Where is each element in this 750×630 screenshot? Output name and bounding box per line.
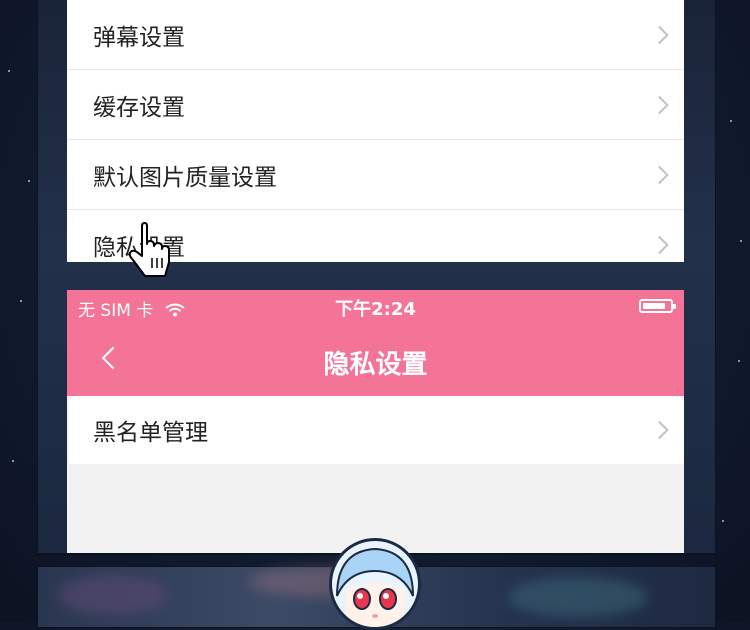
chevron-right-icon [650,165,669,184]
settings-item-label: 黑名单管理 [93,420,208,446]
settings-item-label: 默认图片质量设置 [93,164,277,191]
settings-item-cache[interactable]: 缓存设置 [67,70,684,140]
status-time: 下午2:24 [335,299,416,320]
hand-pointer-icon [128,222,170,277]
settings-item-label: 缓存设置 [93,94,185,121]
privacy-settings-screen: 无 SIM 卡 下午2:24 隐私设置 黑名单管理 [67,290,684,553]
page-title: 隐私设置 [323,350,428,380]
settings-item-image-quality[interactable]: 默认图片质量设置 [67,140,684,210]
settings-item-label: 弹幕设置 [93,24,185,51]
status-bar: 无 SIM 卡 下午2:24 [67,290,684,324]
battery-icon [639,299,676,313]
chevron-right-icon [650,95,669,114]
settings-item-danmaku[interactable]: 弹幕设置 [67,0,684,70]
settings-item-blacklist[interactable]: 黑名单管理 [69,396,684,464]
chevron-right-icon [650,235,669,254]
chibi-character-avatar [329,538,421,630]
navigation-bar: 隐私设置 [67,324,684,396]
chevron-right-icon [650,420,669,440]
chevron-right-icon [650,25,669,44]
